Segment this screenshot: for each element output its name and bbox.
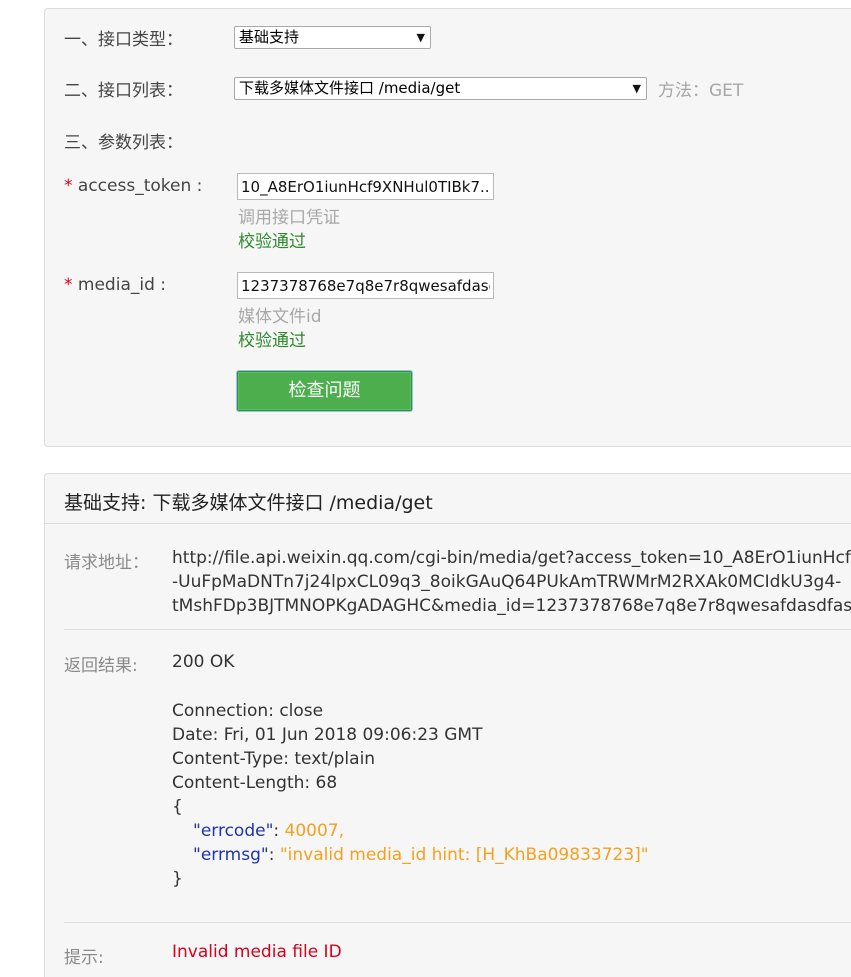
- chevron-down-icon: ▼: [632, 82, 641, 95]
- params-label: 三、参数列表：: [64, 133, 183, 153]
- header-content-type: Content-Type: text/plain: [172, 749, 376, 769]
- required-mark: *: [64, 176, 73, 196]
- interface-type-value: 基础支持: [239, 28, 300, 46]
- chevron-down-icon: ▼: [416, 31, 425, 44]
- hint-label: 提示:: [64, 948, 104, 968]
- json-colon: :: [273, 821, 285, 841]
- header-content-length: Content-Length: 68: [172, 773, 338, 793]
- param-media-id-label: * media_id :: [64, 275, 166, 295]
- json-errmsg-key: "errmsg": [193, 845, 269, 865]
- param-access-token-name: access_token :: [77, 176, 203, 196]
- divider: [64, 922, 851, 923]
- check-problem-button[interactable]: 检查问题: [237, 371, 412, 411]
- request-url-line-3: tMshFDp3BJTMNOPKgADAGHC&media_id=1237378…: [172, 596, 851, 616]
- json-errmsg-line: "errmsg": "invalid media_id hint: [H_KhB…: [193, 843, 649, 867]
- status-line: 200 OK: [172, 652, 235, 672]
- header-connection: Connection: close: [172, 701, 324, 721]
- method-label: 方法：GET: [658, 81, 744, 101]
- response-label: 返回结果:: [64, 656, 138, 676]
- json-errcode-line: "errcode": 40007,: [193, 819, 344, 843]
- interface-type-select[interactable]: 基础支持 ▼: [234, 26, 431, 49]
- form-panel: [44, 8, 851, 447]
- access-token-input[interactable]: [237, 173, 494, 200]
- media-id-hint: 媒体文件id: [238, 307, 322, 327]
- required-mark: *: [64, 275, 73, 295]
- error-hint-text: Invalid media file ID: [172, 942, 342, 962]
- json-open-brace: {: [172, 797, 183, 817]
- json-errcode-value: 40007,: [284, 821, 345, 841]
- json-close-brace: }: [172, 869, 183, 889]
- json-errcode-key: "errcode": [193, 821, 274, 841]
- interface-list-value: 下载多媒体文件接口 /media/get: [239, 79, 461, 97]
- result-title: 基础支持: 下载多媒体文件接口 /media/get: [64, 492, 433, 514]
- access-token-hint: 调用接口凭证: [238, 208, 340, 228]
- media-id-input[interactable]: [237, 272, 494, 299]
- interface-list-select[interactable]: 下载多媒体文件接口 /media/get ▼: [234, 77, 647, 100]
- divider: [64, 629, 851, 630]
- request-url-line-2: -UuFpMaDNTn7j24lpxCL09q3_8oikGAuQ64PUkAm…: [172, 572, 842, 592]
- interface-type-label: 一、接口类型：: [64, 30, 183, 50]
- param-access-token-label: * access_token :: [64, 176, 202, 196]
- access-token-status: 校验通过: [238, 232, 306, 252]
- json-errmsg-value: "invalid media_id hint: [H_KhBa09833723]…: [279, 845, 649, 865]
- param-media-id-name: media_id :: [77, 275, 167, 295]
- header-date: Date: Fri, 01 Jun 2018 09:06:23 GMT: [172, 725, 483, 745]
- request-url-line-1: http://file.api.weixin.qq.com/cgi-bin/me…: [172, 548, 851, 568]
- interface-list-label: 二、接口列表：: [64, 81, 183, 101]
- json-colon: :: [268, 845, 280, 865]
- request-url-label: 请求地址：: [64, 553, 149, 573]
- media-id-status: 校验通过: [238, 331, 306, 351]
